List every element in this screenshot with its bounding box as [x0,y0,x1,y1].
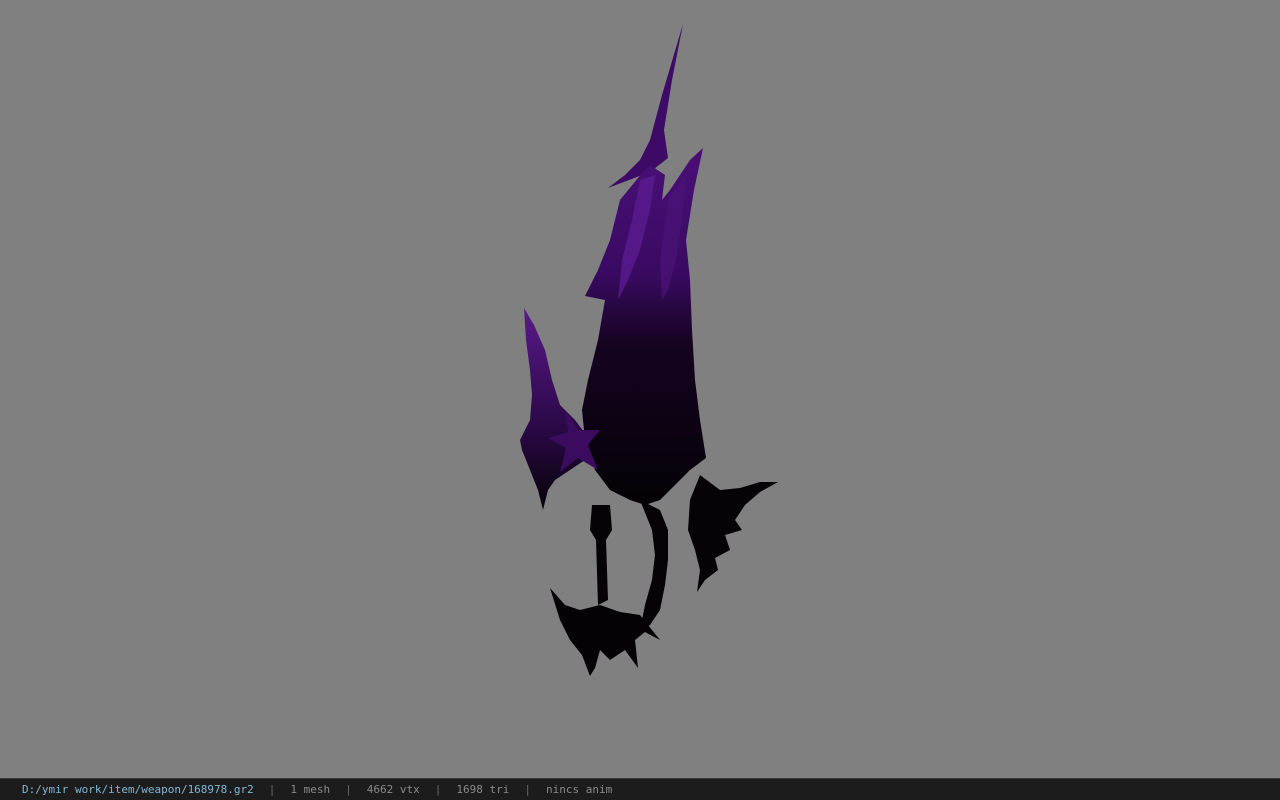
left-horn [520,308,590,510]
status-bar: D:/ymir work/item/weapon/168978.gr2 | 1 … [0,778,1280,800]
separator: | [268,783,276,796]
triangle-count: 1698 tri [456,783,510,796]
separator: | [524,783,532,796]
vertex-count: 4662 vtx [366,783,420,796]
handle-guard [640,500,668,630]
3d-viewport[interactable] [0,0,1280,778]
animation-status: nincs anim [546,783,613,796]
blade-main-spike [608,24,683,188]
mesh-count: 1 mesh [290,783,331,796]
file-path: D:/ymir work/item/weapon/168978.gr2 [22,783,254,796]
weapon-model[interactable] [0,0,1280,778]
separator: | [345,783,352,796]
separator: | [434,783,442,796]
handle [590,505,612,605]
right-hook [688,475,778,592]
